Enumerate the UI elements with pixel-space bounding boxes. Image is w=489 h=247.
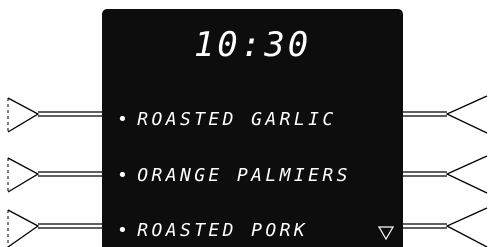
menu-item-label: ORANGE PALMIERS (137, 165, 351, 186)
left-select-button-1[interactable] (0, 95, 102, 135)
left-select-button-2[interactable] (0, 155, 102, 195)
oven-control-panel: 10:30 • ROASTED GARLIC • ORANGE PALMIERS •… (0, 0, 489, 247)
clock-display: 10:30 (193, 25, 312, 65)
menu-bullet: • (117, 220, 132, 241)
menu-item-label: ROASTED GARLIC (137, 109, 337, 130)
display-screen: 10:30 • ROASTED GARLIC • ORANGE PALMIERS •… (102, 9, 403, 247)
menu-item-3[interactable]: • ROASTED PORK (117, 220, 308, 241)
menu-item-1[interactable]: • ROASTED GARLIC (117, 109, 337, 130)
left-select-button-3[interactable] (0, 207, 102, 247)
menu-bullet: • (117, 165, 132, 186)
triangle-down-outline-icon[interactable] (378, 225, 394, 241)
menu-bullet: • (117, 109, 132, 130)
menu-item-label: ROASTED PORK (137, 220, 309, 241)
menu-item-2[interactable]: • ORANGE PALMIERS (117, 165, 351, 186)
